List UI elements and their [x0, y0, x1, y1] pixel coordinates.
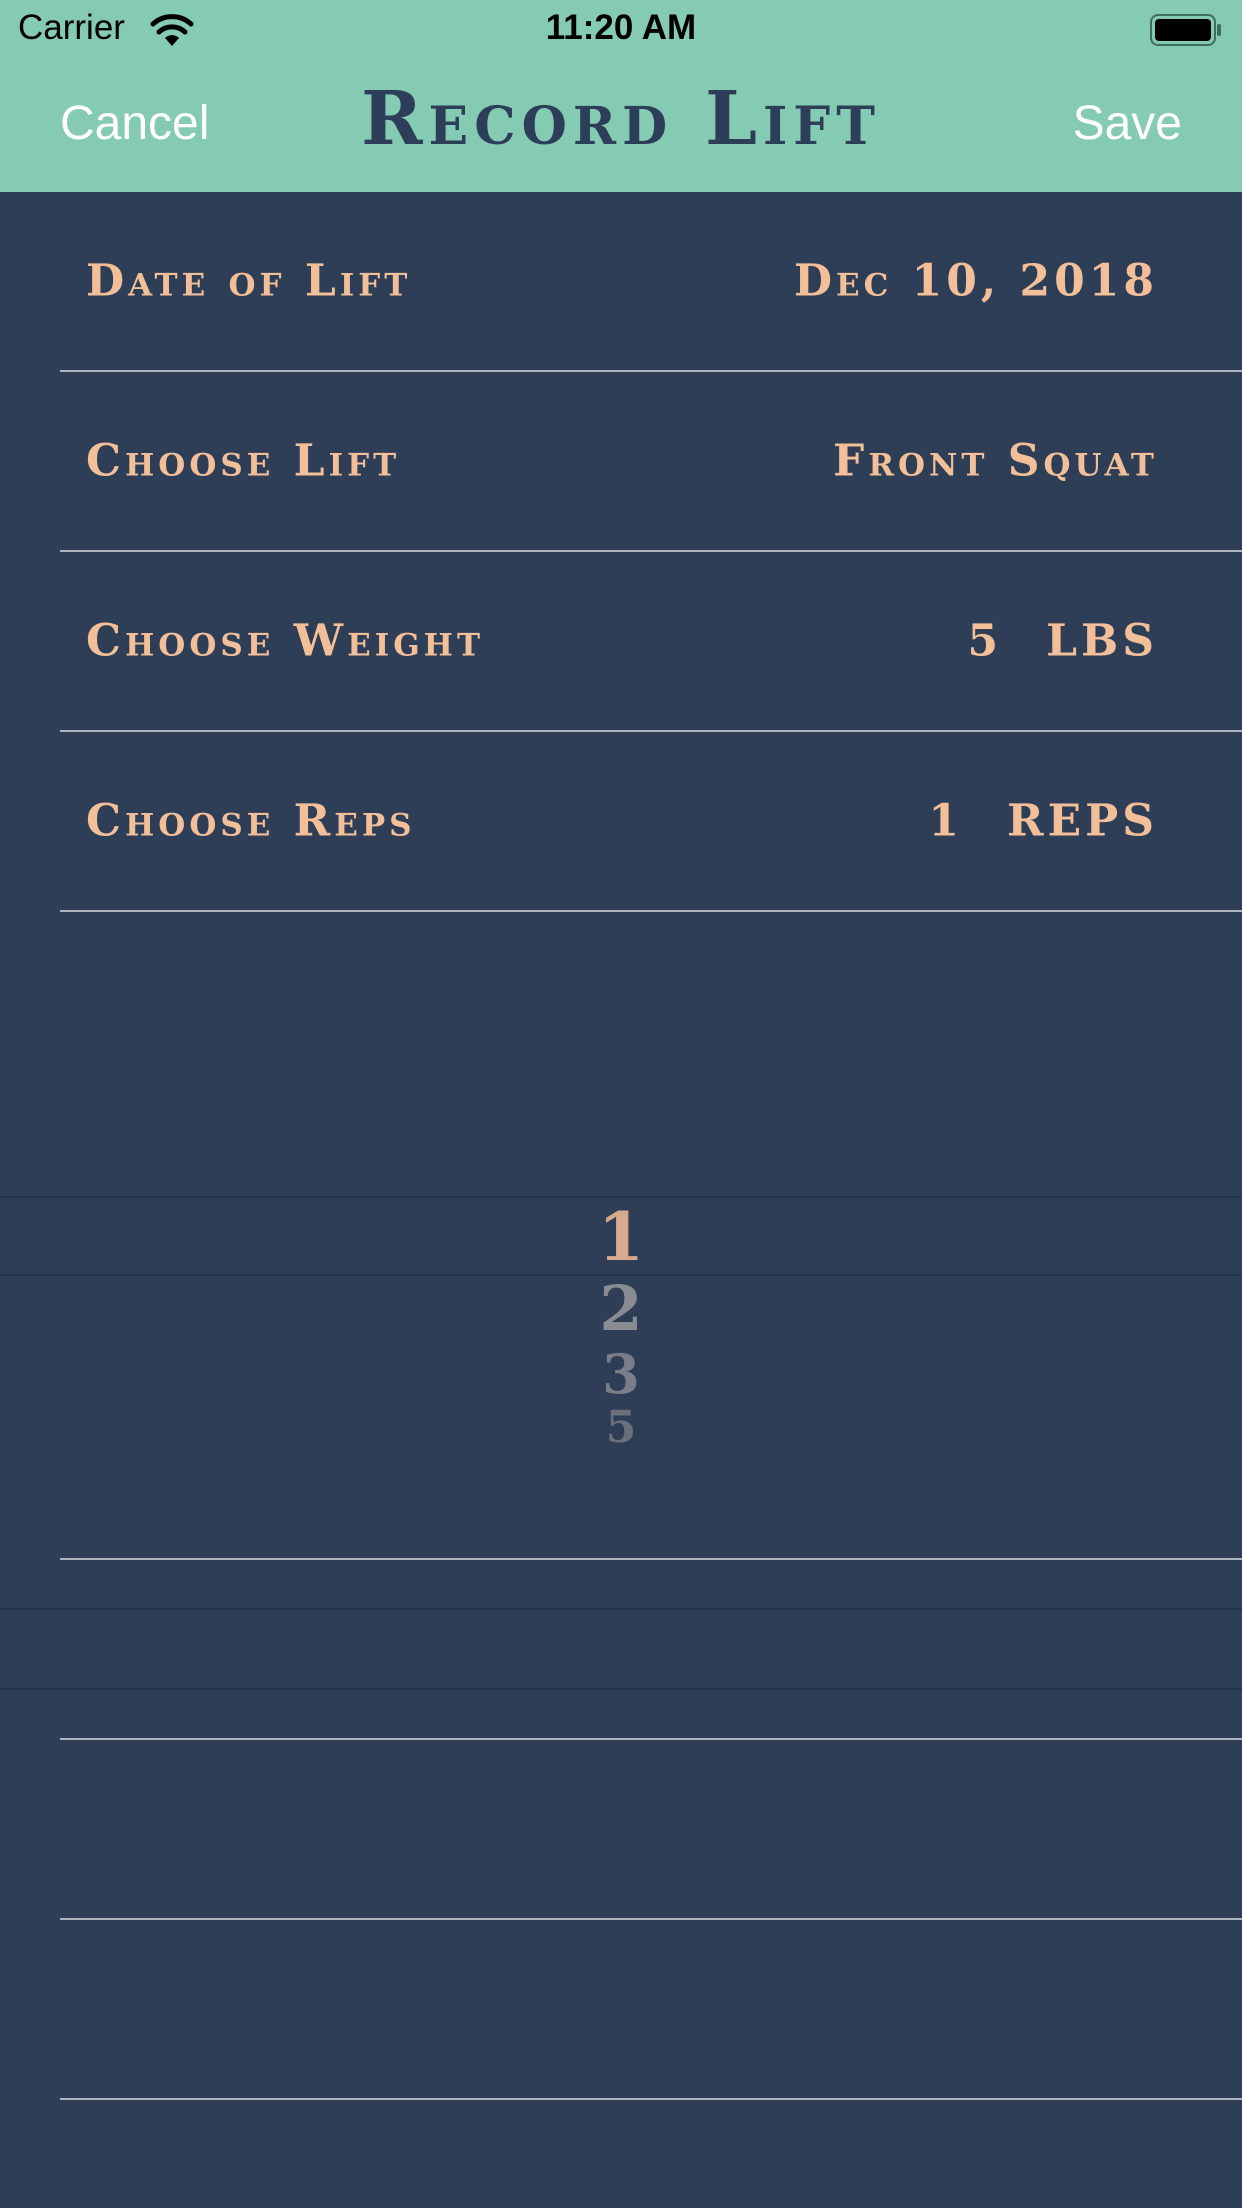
- status-bar: Carrier 11:20 AM: [0, 0, 1242, 62]
- battery-icon: [1150, 14, 1222, 46]
- status-time: 11:20 AM: [545, 8, 697, 47]
- row-divider: [60, 1918, 1242, 1920]
- choose-reps-label: Choose Reps: [86, 795, 416, 847]
- date-of-lift-row[interactable]: Date of Lift Dec 10, 2018: [60, 192, 1242, 372]
- save-button[interactable]: Save: [1073, 96, 1182, 151]
- row-divider: [60, 1558, 1242, 1560]
- choose-weight-value: 5 LBS: [967, 616, 1158, 667]
- picker-option[interactable]: 2: [0, 1272, 1242, 1345]
- choose-weight-row[interactable]: Choose Weight 5 LBS: [60, 552, 1242, 732]
- choose-reps-row[interactable]: Choose Reps 1 REPS: [60, 732, 1242, 912]
- choose-reps-value: 1 REPS: [928, 796, 1158, 847]
- picker-selected-option[interactable]: 1: [0, 1198, 1242, 1276]
- date-of-lift-value: Dec 10, 2018: [793, 255, 1158, 307]
- picker-option[interactable]: 3: [0, 1342, 1242, 1406]
- choose-lift-label: Choose Lift: [86, 435, 401, 487]
- row-divider: [60, 2098, 1242, 2100]
- choose-weight-label: Choose Weight: [86, 615, 485, 667]
- navigation-bar: Carrier 11:20 AM Cancel Record Lift Save: [0, 0, 1242, 192]
- weight-unit: LBS: [1046, 615, 1158, 667]
- weight-number: 5: [967, 615, 1003, 667]
- page-title: Record Lift: [361, 76, 881, 162]
- date-of-lift-label: Date of Lift: [86, 255, 412, 307]
- choose-lift-value: Front Squat: [832, 435, 1158, 487]
- picker-band-lower: [0, 1608, 1242, 1690]
- reps-unit: REPS: [1007, 795, 1158, 847]
- choose-lift-row[interactable]: Choose Lift Front Squat: [60, 372, 1242, 552]
- reps-number: 1: [928, 795, 964, 847]
- row-divider: [60, 1738, 1242, 1740]
- picker-option[interactable]: 5: [0, 1402, 1242, 1453]
